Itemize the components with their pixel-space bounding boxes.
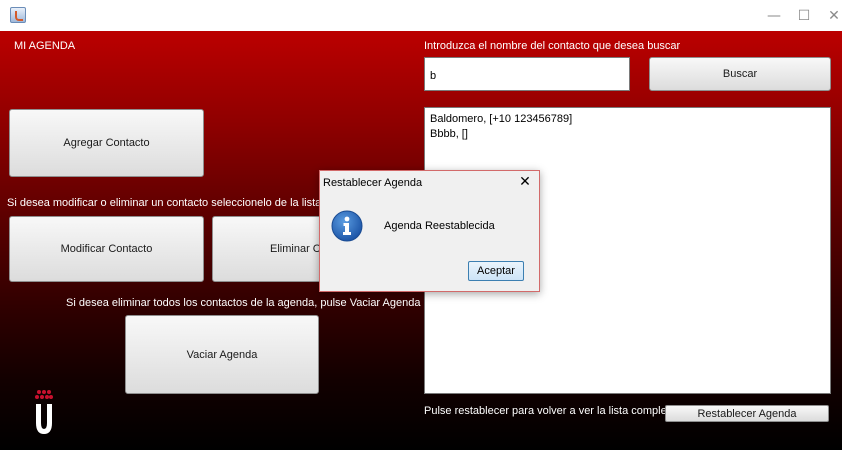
list-item[interactable]: Baldomero, [+10 123456789] [430, 112, 830, 127]
university-logo-icon [35, 390, 53, 434]
search-prompt: Introduzca el nombre del contacto que de… [424, 40, 681, 52]
reset-agenda-button[interactable]: Restablecer Agenda [665, 405, 829, 422]
search-button[interactable]: Buscar [649, 57, 831, 91]
window-close-button[interactable]: ✕ [819, 6, 842, 26]
minimize-button[interactable]: — [759, 6, 789, 26]
reset-agenda-dialog: Restablecer Agenda ✕ Agenda Reestablecid… [319, 170, 540, 292]
clear-agenda-hint: Si desea eliminar todos los contactos de… [66, 297, 421, 309]
clear-agenda-button[interactable]: Vaciar Agenda [125, 315, 319, 394]
delete-contact-button[interactable]: Eliminar Co [212, 216, 332, 282]
dialog-message: Agenda Reestablecida [384, 220, 495, 232]
dialog-body: Agenda Reestablecida Aceptar [320, 195, 539, 291]
maximize-button[interactable]: ☐ [789, 6, 819, 26]
add-contact-button[interactable]: Agregar Contacto [9, 109, 204, 177]
modify-contact-button[interactable]: Modificar Contacto [9, 216, 204, 282]
dialog-title: Restablecer Agenda [323, 177, 423, 189]
app-title: MI AGENDA [14, 40, 76, 52]
reset-hint: Pulse restablecer para volver a ver la l… [424, 405, 676, 417]
title-bar: — ☐ ✕ [0, 0, 842, 31]
list-item[interactable]: Bbbb, [] [430, 127, 830, 142]
dialog-close-button[interactable]: ✕ [516, 173, 534, 191]
search-input[interactable]: b [424, 57, 630, 91]
info-icon [331, 210, 363, 242]
modify-delete-hint: Si desea modificar o eliminar un contact… [7, 197, 340, 209]
java-app-icon [10, 7, 26, 23]
ok-button[interactable]: Aceptar [468, 261, 524, 281]
